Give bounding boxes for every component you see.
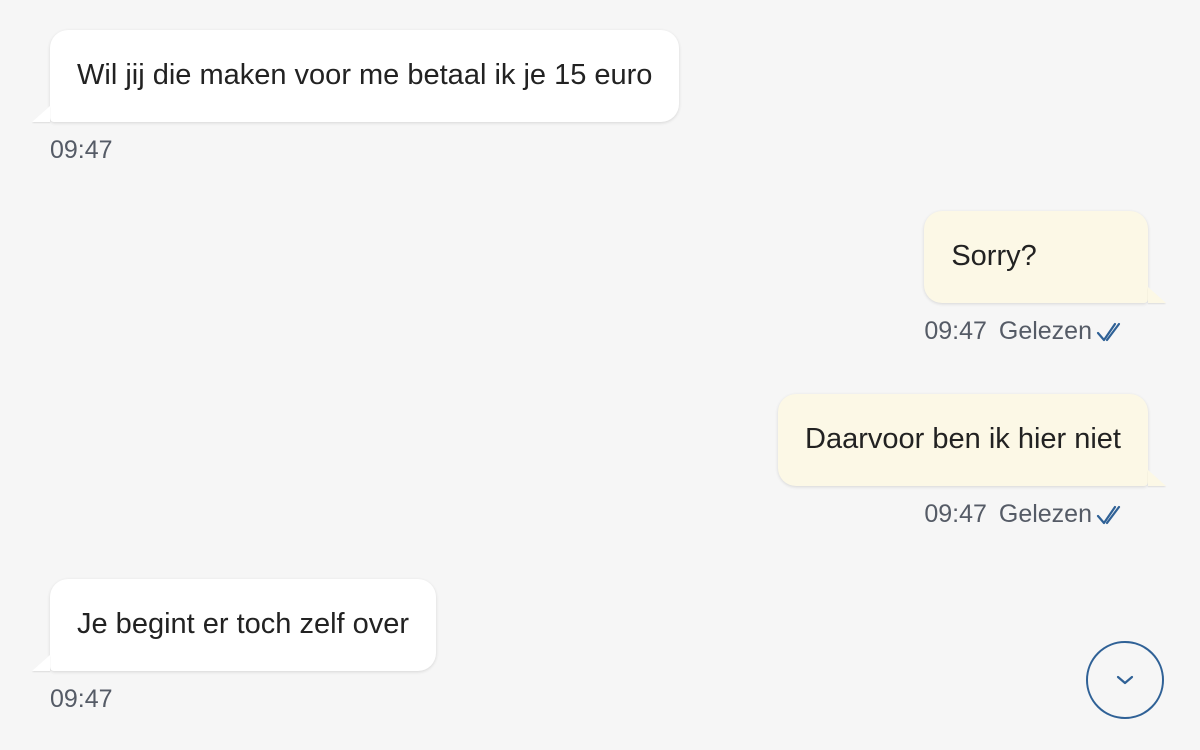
- message-meta: 09:47 Gelezen: [778, 500, 1148, 529]
- message-bubble[interactable]: Je begint er toch zelf over: [50, 579, 437, 671]
- message-text: Daarvoor ben ik hier niet: [805, 423, 1121, 455]
- message-bubble[interactable]: Daarvoor ben ik hier niet: [778, 394, 1148, 486]
- chat-thread: Wil jij die maken voor me betaal ik je 1…: [0, 0, 1200, 750]
- message-outgoing: Sorry? 09:47 Gelezen: [924, 211, 1148, 346]
- double-check-icon: [1096, 504, 1126, 526]
- read-status: Gelezen: [998, 317, 1092, 345]
- message-time: 09:47: [50, 685, 113, 713]
- message-bubble[interactable]: Sorry?: [924, 211, 1148, 303]
- message-text: Sorry?: [951, 240, 1037, 272]
- message-outgoing: Daarvoor ben ik hier niet 09:47 Gelezen: [778, 394, 1148, 529]
- message-text: Je begint er toch zelf over: [77, 608, 410, 640]
- double-check-icon: [1096, 321, 1126, 343]
- message-meta: 09:47: [50, 685, 436, 714]
- message-bubble[interactable]: Wil jij die maken voor me betaal ik je 1…: [50, 30, 680, 122]
- message-time: 09:47: [50, 136, 113, 164]
- message-text: Wil jij die maken voor me betaal ik je 1…: [77, 59, 653, 91]
- message-meta: 09:47: [50, 136, 679, 165]
- message-meta: 09:47 Gelezen: [924, 317, 1148, 346]
- message-incoming: Wil jij die maken voor me betaal ik je 1…: [50, 30, 680, 165]
- scroll-to-bottom-button[interactable]: [1086, 641, 1164, 719]
- message-time: 09:47: [924, 317, 987, 345]
- message-incoming: Je begint er toch zelf over 09:47: [50, 579, 437, 714]
- chevron-down-icon: [1115, 674, 1135, 686]
- message-time: 09:47: [924, 500, 987, 528]
- read-status: Gelezen: [998, 500, 1092, 528]
